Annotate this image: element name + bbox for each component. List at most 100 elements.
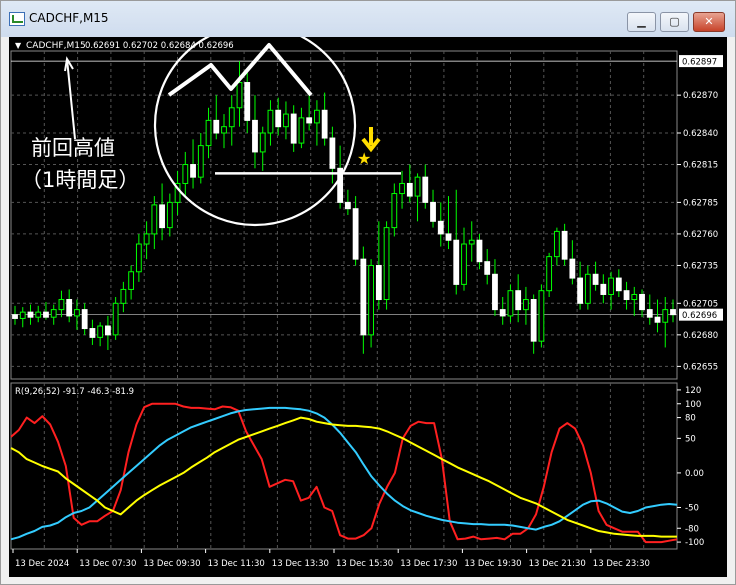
candle-body	[623, 290, 630, 301]
price-tick-label: 0.62705	[683, 299, 718, 309]
price-tick-label: 0.62840	[683, 129, 718, 139]
candle-body	[112, 302, 119, 336]
indicator-tick-label: -50	[685, 504, 699, 514]
candle-body	[298, 117, 305, 144]
candle-body	[35, 311, 42, 318]
chart-icon	[9, 12, 25, 26]
candle-body	[584, 273, 591, 304]
indicator-tick-label: 120	[685, 386, 701, 396]
price-tick-label: 0.62785	[683, 198, 718, 208]
candle-body	[383, 227, 390, 301]
candle-body	[468, 239, 475, 245]
candle-body	[515, 290, 522, 311]
candle-body	[120, 288, 127, 304]
candle-body	[375, 264, 382, 301]
indicator-tick-label: 80	[685, 414, 696, 424]
chart-window: CADCHF,M15 ▁ ▢ ✕ 0.62870 0.62840 0.62815 0.…	[0, 0, 736, 585]
time-tick-label: 13 Dec 17:30	[400, 559, 457, 569]
title-bar[interactable]: CADCHF,M15 ▁ ▢ ✕	[1, 1, 735, 37]
candle-body	[344, 201, 351, 210]
indicator-tick-label: -100	[685, 538, 704, 548]
candle-body	[66, 299, 73, 317]
candle-body	[166, 201, 173, 229]
candle-body	[290, 113, 297, 144]
candle-body	[608, 277, 614, 295]
candle-body	[321, 109, 328, 139]
indicator-tick-label: 50	[685, 434, 696, 444]
current-price-label: 0.62696	[682, 311, 717, 321]
candle-body	[492, 273, 498, 311]
price-tick-label: 0.62815	[683, 161, 718, 171]
candle-body	[182, 164, 189, 184]
time-tick-label: 13 Dec 23:30	[593, 559, 650, 569]
candle-body	[135, 243, 142, 273]
candle-body	[476, 239, 483, 263]
candle-body	[19, 311, 26, 319]
price-tick-label: 0.62870	[683, 91, 718, 101]
candle-body	[259, 132, 266, 153]
candle-body	[97, 325, 104, 338]
candle-body	[151, 204, 158, 235]
indicator-line-3	[10, 416, 677, 538]
candle-body	[406, 182, 413, 197]
price-tick-label: 0.62655	[683, 362, 718, 372]
candle-body	[50, 309, 57, 318]
candle-body	[27, 311, 34, 318]
candle-body	[205, 119, 212, 147]
candle-body	[615, 277, 622, 292]
candle-body	[414, 176, 421, 197]
candle-body	[670, 309, 676, 316]
close-button[interactable]: ✕	[693, 12, 725, 32]
candle-body	[399, 182, 405, 195]
chart-area[interactable]: 0.62870 0.62840 0.62815 0.62785 0.62760 0.627…	[9, 23, 727, 577]
candle-body	[368, 264, 374, 336]
candle-body	[453, 239, 460, 285]
candle-body	[128, 271, 135, 290]
candle-body	[228, 107, 235, 128]
annotation-label-1: 前回高値	[31, 136, 115, 160]
candle-body	[523, 299, 529, 311]
indicator-tick-label: 100	[685, 400, 701, 410]
indicator-tick-label: -80	[685, 524, 699, 534]
candle-body	[104, 325, 111, 336]
down-arrow-icon	[361, 127, 381, 153]
candle-body	[499, 309, 506, 317]
candle-body	[631, 293, 638, 301]
candle-body	[306, 117, 313, 124]
candle-body	[143, 233, 150, 245]
candle-body	[329, 137, 336, 169]
candle-body	[190, 164, 196, 178]
collapse-arrow-icon[interactable]: ▼	[15, 41, 22, 50]
candle-body	[352, 208, 359, 260]
time-tick-label: 13 Dec 07:30	[79, 559, 136, 569]
candle-body	[600, 283, 607, 295]
indicator-tick-label: 0.00	[685, 469, 704, 479]
candle-body	[252, 119, 258, 153]
price-chart[interactable]: 0.62870 0.62840 0.62815 0.62785 0.62760 0.627…	[9, 23, 727, 577]
candle-body	[275, 109, 282, 128]
minimize-button[interactable]: ▁	[627, 12, 656, 32]
candle-body	[244, 82, 251, 121]
candle-body	[561, 230, 568, 260]
candle-body	[639, 293, 645, 311]
candle-body	[74, 309, 80, 317]
candle-body	[213, 119, 220, 134]
candle-body	[437, 220, 444, 235]
candle-body	[530, 299, 537, 342]
candle-body	[577, 277, 584, 304]
candle-body	[646, 309, 653, 318]
annotation-label-2: （1時間足）	[21, 168, 139, 192]
time-tick-label: 13 Dec 15:30	[336, 559, 393, 569]
candle-body	[159, 204, 165, 229]
price-tick-label: 0.62680	[683, 331, 718, 341]
candle-body	[360, 258, 367, 336]
time-tick-label: 13 Dec 19:30	[464, 559, 521, 569]
maximize-button[interactable]: ▢	[660, 12, 689, 32]
candle-body	[592, 273, 599, 285]
candle-body	[236, 82, 243, 109]
time-tick-label: 13 Dec 09:30	[143, 559, 200, 569]
candle-body	[197, 145, 204, 178]
candle-body	[283, 113, 289, 128]
candle-body	[430, 201, 436, 222]
candle-body	[267, 109, 274, 134]
